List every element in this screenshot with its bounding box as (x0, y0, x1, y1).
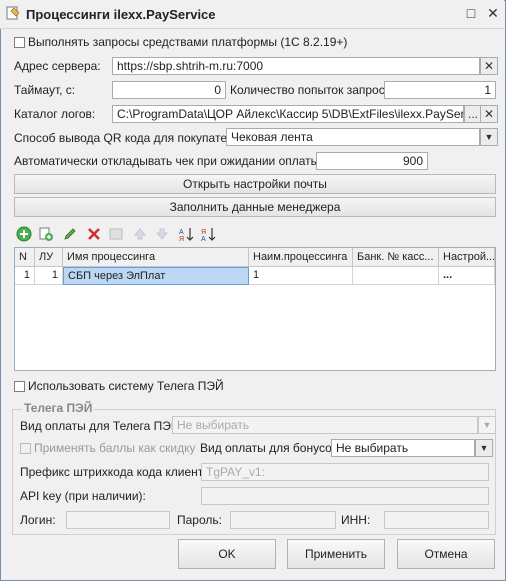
table-cell-lu[interactable]: 1 (35, 267, 63, 285)
qr-select[interactable]: Чековая лента (226, 128, 480, 146)
edit-icon[interactable] (62, 226, 78, 242)
apply-bonus-label: Применять баллы как скидку (34, 441, 196, 455)
telega-pay-type-select[interactable]: Не выбирать (172, 416, 478, 434)
svg-text:Я: Я (179, 236, 184, 242)
api-key-label: API key (при наличии): (20, 489, 146, 503)
defer-label: Автоматически откладывать чек при ожидан… (14, 154, 339, 168)
form-icon (6, 6, 20, 20)
move-down-icon (155, 228, 169, 240)
use-platform-label: Выполнять запросы средствами платформы (… (28, 35, 348, 49)
ok-button[interactable]: OK (178, 539, 276, 569)
bonus-pay-type-label: Вид оплаты для бонусов: (200, 441, 342, 455)
cancel-button[interactable]: Отмена (397, 539, 495, 569)
password-label: Пароль: (177, 513, 222, 527)
open-mail-settings-button[interactable]: Открыть настройки почты (14, 174, 496, 194)
prefix-input[interactable]: TgPAY_v1: (201, 463, 489, 481)
telega-pay-type-dropdown-icon[interactable]: ▼ (478, 416, 496, 434)
login-input[interactable] (66, 511, 170, 529)
server-clear-icon[interactable]: ✕ (480, 57, 498, 75)
table-row[interactable]: 1 (15, 267, 35, 285)
end-edit-icon (109, 228, 123, 240)
apply-button[interactable]: Применить (287, 539, 385, 569)
copy-icon[interactable] (38, 226, 54, 242)
svg-text:Я: Я (201, 229, 206, 236)
defer-input[interactable]: 900 (316, 152, 428, 170)
server-label: Адрес сервера: (14, 59, 101, 73)
bonus-pay-type-select[interactable]: Не выбирать (331, 439, 475, 457)
column-header-settings[interactable]: Настрой... (439, 248, 495, 267)
logs-label: Каталог логов: (14, 107, 96, 121)
server-input[interactable]: https://sbp.shtrih-m.ru:7000 (112, 57, 480, 75)
svg-text:A: A (179, 229, 184, 236)
use-platform-checkbox[interactable] (14, 37, 25, 48)
apply-bonus-checkbox[interactable] (20, 443, 31, 454)
qr-dropdown-icon[interactable]: ▼ (480, 128, 498, 146)
use-telega-checkbox[interactable] (14, 381, 25, 392)
password-input[interactable] (230, 511, 336, 529)
telega-pay-type-label: Вид оплаты для Телега ПЭЙ: (20, 419, 183, 433)
sort-ascending-icon[interactable]: A Я (178, 226, 194, 242)
bonus-pay-type-dropdown-icon[interactable]: ▼ (475, 439, 493, 457)
table-cell-bank-no[interactable] (353, 267, 439, 285)
telega-group-title: Телега ПЭЙ (22, 401, 95, 415)
svg-text:A: A (201, 236, 206, 242)
timeout-label: Таймаут, с: (14, 83, 76, 97)
delete-icon[interactable] (86, 226, 102, 242)
table-cell-proc-name[interactable]: 1 (249, 267, 353, 285)
fill-manager-data-button[interactable]: Заполнить данные менеджера (14, 197, 496, 217)
processing-table[interactable]: N ЛУ Имя процессинга Наим.процессинга Ба… (14, 247, 496, 371)
column-header-n[interactable]: N (15, 248, 35, 267)
sort-descending-icon[interactable]: Я A (200, 226, 216, 242)
logs-clear-icon[interactable]: ✕ (480, 105, 498, 123)
column-header-lu[interactable]: ЛУ (35, 248, 63, 267)
logs-path-input[interactable]: C:\ProgramData\ЦОР Айлекс\Кассир 5\DB\Ex… (112, 105, 464, 123)
inn-input[interactable] (384, 511, 489, 529)
minimize-button[interactable]: □ (462, 4, 480, 22)
prefix-label: Префикс штрихкода кода клиента: (20, 465, 214, 479)
column-header-name[interactable]: Имя процессинга (63, 248, 249, 267)
close-window-button[interactable]: ✕ (484, 4, 502, 22)
inn-label: ИНН: (341, 513, 371, 527)
add-icon[interactable] (16, 226, 32, 242)
table-cell-name[interactable]: СБП через ЭлПлат (63, 267, 249, 285)
api-key-input[interactable] (201, 487, 489, 505)
title-bar: Процессинги ilexx.PayService □ ✕ (0, 0, 504, 29)
column-header-bank-no[interactable]: Банк. № касс... (353, 248, 439, 267)
column-header-proc-name[interactable]: Наим.процессинга (249, 248, 353, 267)
attempts-label: Количество попыток запроса: (230, 83, 395, 97)
table-cell-settings[interactable]: ... (439, 267, 495, 285)
timeout-input[interactable]: 0 (112, 81, 226, 99)
login-label: Логин: (20, 513, 56, 527)
use-telega-label: Использовать систему Телега ПЭЙ (28, 379, 224, 393)
window-title: Процессинги ilexx.PayService (26, 7, 216, 22)
move-up-icon (133, 228, 147, 240)
qr-label: Способ вывода QR кода для покупателя: (14, 131, 244, 145)
attempts-input[interactable]: 1 (384, 81, 496, 99)
